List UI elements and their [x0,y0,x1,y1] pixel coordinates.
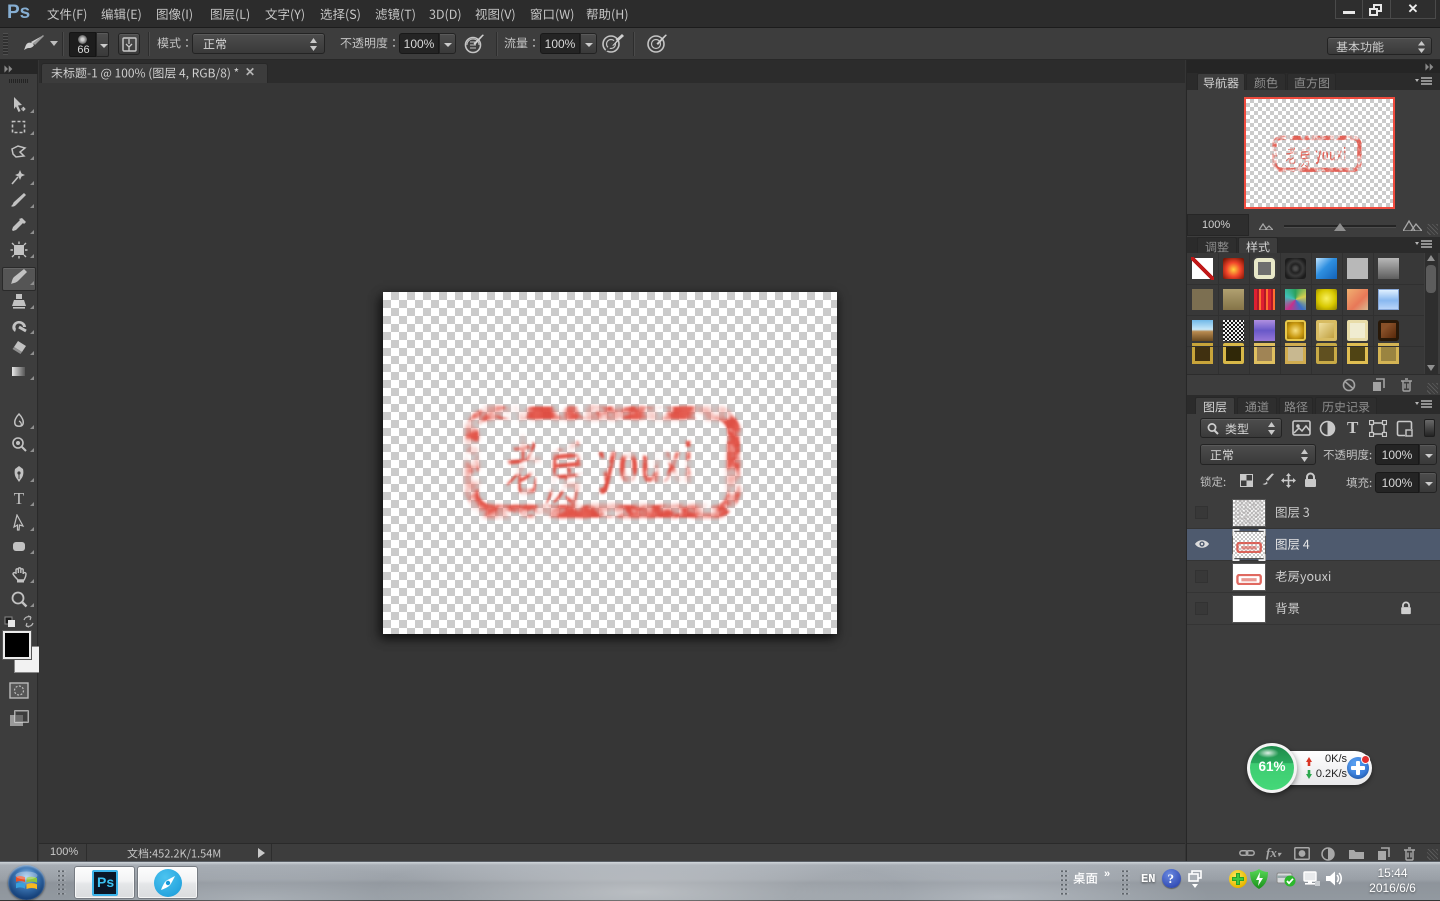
svg-text:T: T [14,489,25,507]
